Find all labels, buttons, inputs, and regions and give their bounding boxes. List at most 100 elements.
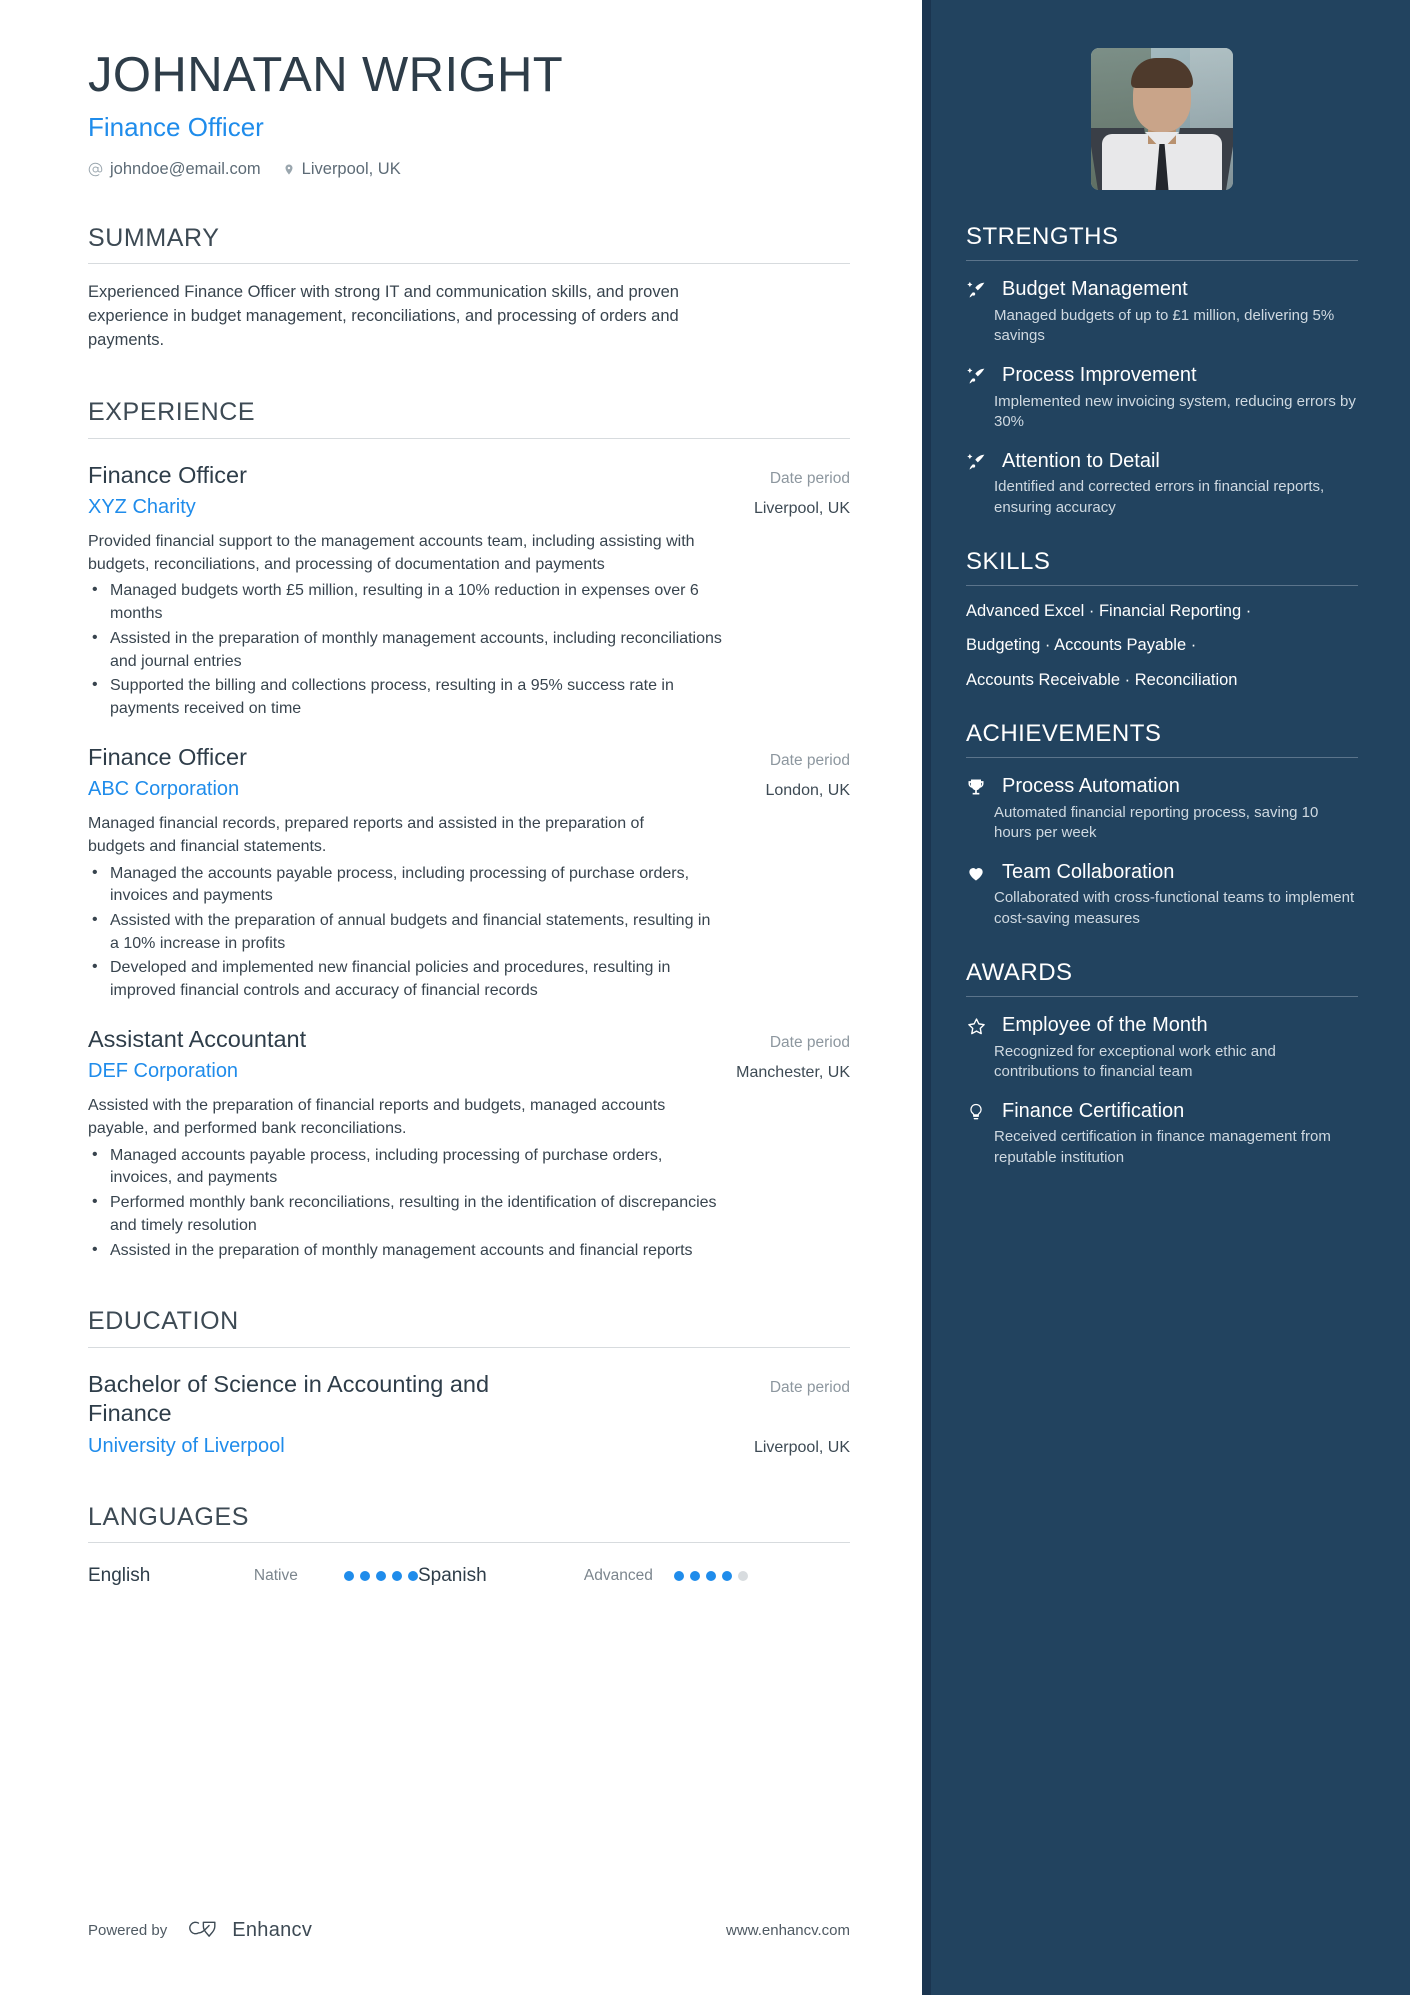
job-location: Liverpool, UK — [753, 500, 850, 518]
main-column: JOHNATAN WRIGHT Finance Officer johndoe@… — [0, 0, 922, 1995]
experience-entry: Finance Officer Date period ABC Corporat… — [88, 743, 850, 1003]
strength-title: Budget Management — [1002, 278, 1188, 301]
section-summary: SUMMARY Experienced Finance Officer with… — [88, 223, 850, 353]
page-title: JOHNATAN WRIGHT — [88, 48, 564, 102]
header-block: JOHNATAN WRIGHT Finance Officer johndoe@… — [88, 48, 850, 179]
divider — [88, 1346, 850, 1348]
rocket-arrow-icon — [966, 363, 990, 387]
powered-by-block: Powered by Enhancv — [88, 1918, 312, 1943]
section-strengths: STRENGTHS Budget Management Managed budg… — [966, 223, 1358, 519]
section-languages: LANGUAGES English Native Spanish Advance… — [88, 1502, 850, 1588]
skill-line: Accounts Receivable · Reconciliation — [966, 670, 1238, 689]
job-description: Assisted with the preparation of financi… — [88, 1097, 666, 1137]
school-location: Liverpool, UK — [753, 1438, 850, 1456]
job-bullets: Managed budgets worth £5 million, result… — [88, 579, 850, 720]
avatar — [1091, 48, 1233, 190]
section-education: EDUCATION Bachelor of Science in Account… — [88, 1308, 850, 1457]
section-skills: SKILLS Advanced Excel · Financial Report… — [966, 547, 1358, 691]
degree-title: Bachelor of Science in Accounting and Fi… — [88, 1370, 490, 1427]
achievements-heading: ACHIEVEMENTS — [966, 719, 1162, 747]
job-organization[interactable]: DEF Corporation — [88, 1060, 238, 1083]
strength-description: Managed budgets of up to £1 million, del… — [994, 306, 1335, 345]
rocket-arrow-icon — [966, 277, 990, 301]
job-description: Managed financial records, prepared repo… — [88, 815, 644, 855]
experience-entry: Finance Officer Date period XYZ Charity … — [88, 461, 850, 721]
divider — [966, 996, 1358, 998]
language-level: Native — [253, 1567, 298, 1585]
summary-text: Experienced Finance Officer with strong … — [88, 283, 679, 350]
school-name[interactable]: University of Liverpool — [88, 1435, 285, 1458]
language-name: Spanish — [418, 1565, 487, 1587]
award-description: Received certification in finance manage… — [994, 1128, 1331, 1167]
strength-description: Identified and corrected errors in finan… — [994, 478, 1325, 516]
language-name: English — [88, 1565, 151, 1587]
location-text: Liverpool, UK — [301, 159, 401, 178]
skills-list: Advanced Excel · Financial Reporting · B… — [966, 600, 1358, 691]
rating-dot — [722, 1571, 732, 1582]
job-organization[interactable]: ABC Corporation — [88, 778, 239, 801]
strength-item: Attention to Detail — [966, 449, 1358, 473]
list-item: Developed and implemented new financial … — [88, 956, 722, 1002]
brand-logo[interactable]: Enhancv — [187, 1918, 312, 1943]
section-awards: AWARDS Employee of the Month Recognized … — [966, 959, 1358, 1169]
job-title: Assistant Accountant — [88, 1025, 307, 1052]
list-item: Managed accounts payable process, includ… — [88, 1144, 722, 1190]
language-level: Advanced — [583, 1567, 653, 1585]
rating-dot — [706, 1571, 716, 1582]
list-item: Assisted in the preparation of monthly m… — [88, 1239, 722, 1263]
contact-location: Liverpool, UK — [283, 160, 401, 179]
job-date: Date period — [769, 751, 850, 769]
education-heading: EDUCATION — [88, 1307, 239, 1336]
footer: Powered by Enhancv www.enhancv.com — [88, 1918, 850, 1943]
job-description: Provided financial support to the manage… — [88, 533, 695, 573]
list-item: Performed monthly bank reconciliations, … — [88, 1191, 722, 1237]
award-item: Finance Certification — [966, 1099, 1358, 1123]
at-icon — [88, 162, 103, 177]
section-experience: EXPERIENCE Finance Officer Date period X… — [88, 399, 850, 1262]
experience-entry: Assistant Accountant Date period DEF Cor… — [88, 1025, 850, 1262]
divider — [966, 585, 1358, 587]
rocket-arrow-icon — [966, 449, 990, 473]
skills-heading: SKILLS — [966, 547, 1051, 575]
trophy-icon — [966, 774, 990, 798]
sidebar: STRENGTHS Budget Management Managed budg… — [922, 0, 1410, 1995]
job-role-subtitle: Finance Officer — [88, 111, 264, 142]
education-date: Date period — [769, 1378, 850, 1396]
strength-title: Process Improvement — [1002, 364, 1197, 387]
achievement-title: Team Collaboration — [1002, 861, 1175, 884]
resume-page: JOHNATAN WRIGHT Finance Officer johndoe@… — [0, 0, 1410, 1995]
job-organization[interactable]: XYZ Charity — [88, 496, 196, 519]
job-title: Finance Officer — [88, 461, 247, 488]
website-url[interactable]: www.enhancv.com — [726, 1922, 850, 1939]
divider — [966, 757, 1358, 759]
email-text: johndoe@email.com — [110, 159, 261, 178]
rating-dot — [690, 1571, 700, 1582]
education-entry: Bachelor of Science in Accounting and Fi… — [88, 1370, 850, 1458]
avatar-wrapper — [966, 48, 1358, 190]
job-date: Date period — [769, 1033, 850, 1051]
strength-item: Process Improvement — [966, 363, 1358, 387]
achievement-title: Process Automation — [1002, 775, 1180, 798]
summary-heading: SUMMARY — [88, 223, 220, 252]
achievement-item: Team Collaboration — [966, 860, 1358, 884]
award-description: Recognized for exceptional work ethic an… — [994, 1042, 1276, 1081]
strength-item: Budget Management — [966, 277, 1358, 301]
contact-email[interactable]: johndoe@email.com — [88, 160, 261, 179]
award-item: Employee of the Month — [966, 1013, 1358, 1037]
job-title: Finance Officer — [88, 743, 247, 770]
map-pin-icon — [283, 162, 295, 177]
language-item: Spanish Advanced — [418, 1565, 748, 1587]
list-item: Managed budgets worth £5 million, result… — [88, 579, 722, 625]
powered-by-label: Powered by — [88, 1922, 168, 1939]
rating-dot — [392, 1571, 402, 1582]
languages-heading: LANGUAGES — [88, 1502, 250, 1531]
achievement-description: Automated financial reporting process, s… — [994, 803, 1319, 842]
experience-heading: EXPERIENCE — [88, 398, 256, 427]
rating-dot — [408, 1571, 418, 1582]
rating-dot — [360, 1571, 370, 1582]
award-title: Finance Certification — [1002, 1099, 1185, 1122]
job-date: Date period — [769, 469, 850, 487]
award-title: Employee of the Month — [1002, 1014, 1208, 1037]
list-item: Assisted in the preparation of monthly m… — [88, 627, 722, 673]
lightbulb-icon — [966, 1099, 990, 1123]
